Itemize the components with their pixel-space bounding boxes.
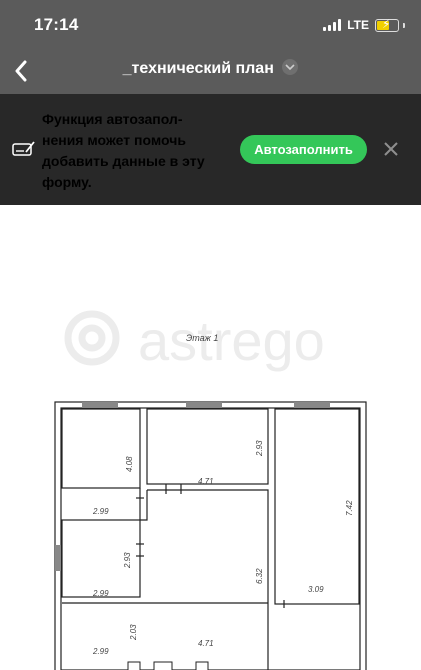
watermark-gear-icon xyxy=(64,310,120,366)
chevron-down-icon[interactable] xyxy=(282,58,299,75)
watermark-text: astrego xyxy=(138,309,325,372)
autofill-message-line: форму. xyxy=(42,174,92,190)
document-title[interactable]: _технический план xyxy=(0,58,421,78)
dimension-label: 2.99 xyxy=(92,507,109,516)
windows xyxy=(55,402,330,571)
dimension-label: 2.03 xyxy=(129,624,138,641)
network-type: LTE xyxy=(347,18,369,32)
autofill-pen-icon xyxy=(12,140,36,163)
floor-label: Этаж 1 xyxy=(186,333,218,343)
autofill-message-line: нения может помочь xyxy=(42,132,186,148)
autofill-message-line: добавить данные в эту xyxy=(42,153,205,169)
status-time: 17:14 xyxy=(34,15,79,34)
autofill-message-line: Функция автозапол- xyxy=(42,111,183,127)
battery-tip xyxy=(403,22,405,28)
battery-icon: ⚡ xyxy=(375,17,399,32)
dimension-labels: 4.08 2.93 4.71 7.42 2.99 2.93 6.32 2.99 … xyxy=(92,440,354,656)
dimension-label: 4.71 xyxy=(198,477,214,486)
door-marks xyxy=(136,484,285,608)
bottom-openings xyxy=(127,661,209,670)
close-icon[interactable] xyxy=(382,140,400,158)
top-bar: 17:14 LTE ⚡ _технический план xyxy=(0,0,421,94)
walls xyxy=(54,401,367,670)
autofill-button[interactable]: Автозаполнить xyxy=(240,135,367,164)
dimension-label: 2.93 xyxy=(255,440,264,457)
dimension-label: 4.71 xyxy=(198,639,214,648)
floor-plan-document[interactable]: astrego Этаж 1 4.08 2.93 4.71 7.42 2.99 … xyxy=(0,205,421,670)
document-title-text: _технический план xyxy=(122,60,274,77)
signal-icon xyxy=(323,19,342,31)
dimension-label: 2.93 xyxy=(123,552,132,569)
dimension-label: 6.32 xyxy=(255,568,264,584)
dimension-label: 2.99 xyxy=(92,647,109,656)
dimension-label: 4.08 xyxy=(125,456,134,472)
dimension-label: 2.99 xyxy=(92,589,109,598)
autofill-message: Функция автозапол- нения может помочь до… xyxy=(42,109,232,193)
status-indicators: LTE ⚡ xyxy=(323,16,405,34)
floor-plan: astrego Этаж 1 4.08 2.93 4.71 7.42 2.99 … xyxy=(54,309,367,670)
dimension-label: 3.09 xyxy=(308,585,324,594)
dimension-label: 7.42 xyxy=(345,500,354,516)
